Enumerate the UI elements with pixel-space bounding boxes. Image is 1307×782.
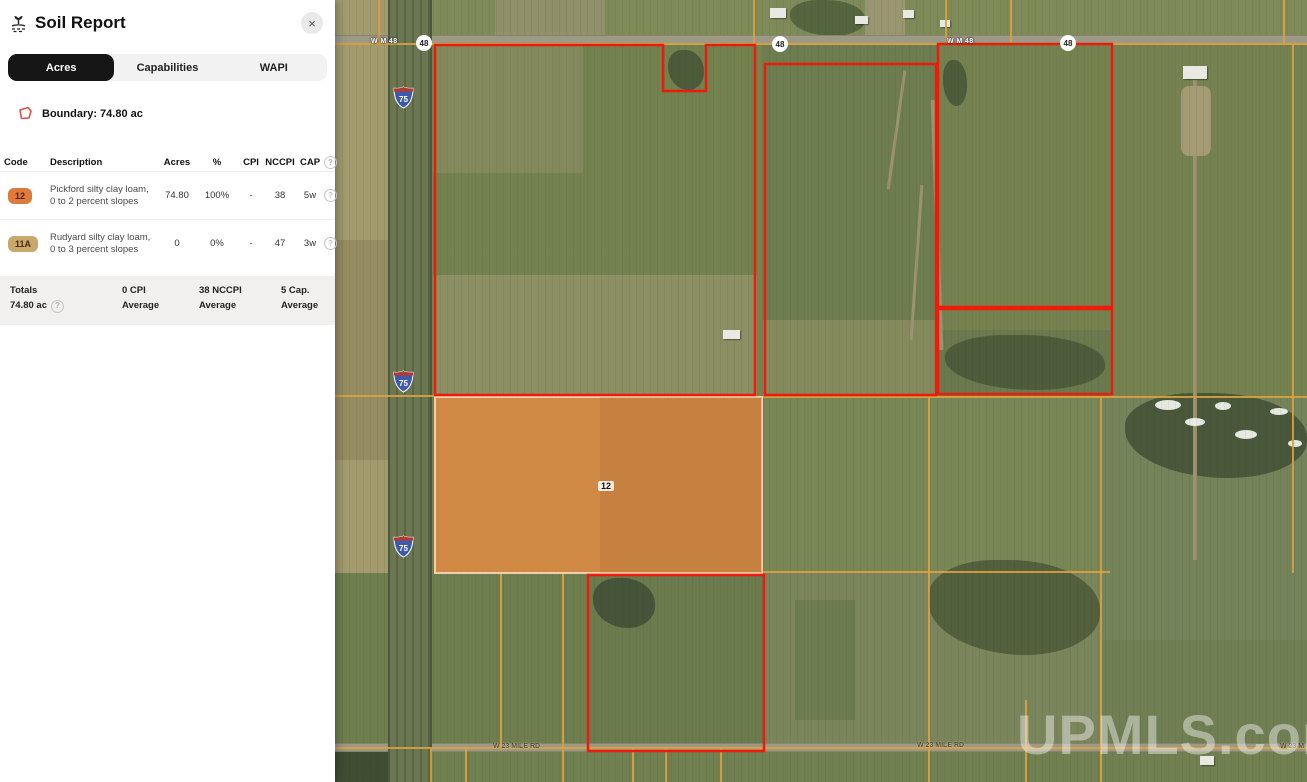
interstate-75-number: 75 bbox=[393, 95, 414, 104]
col-code: Code bbox=[4, 157, 50, 168]
help-icon[interactable]: ? bbox=[324, 156, 337, 169]
col-acres: Acres bbox=[158, 157, 196, 168]
col-description: Description bbox=[50, 157, 158, 168]
cell-nccpi: 47 bbox=[264, 238, 296, 249]
interstate-75-number: 75 bbox=[393, 379, 414, 388]
boundary-polygon-icon bbox=[18, 106, 33, 121]
interstate-75-shield: 75 bbox=[393, 535, 414, 558]
totals-bar: Totals 74.80 ac? 0 CPI Average 38 NCCPI … bbox=[0, 276, 335, 325]
cell-cpi: - bbox=[238, 238, 264, 249]
col-percent: % bbox=[196, 157, 238, 168]
interstate-75-shield: 75 bbox=[393, 370, 414, 393]
road-label-w23-left: W 23 MILE RD bbox=[493, 743, 540, 750]
cell-cap: 3w bbox=[296, 238, 324, 249]
boundary-parcel-n-mid[interactable] bbox=[765, 64, 936, 395]
boundary-parcel-e-strip[interactable] bbox=[938, 309, 1112, 394]
page-title: Soil Report bbox=[35, 13, 301, 33]
cell-acres: 0 bbox=[158, 238, 196, 249]
boundary-label: Boundary: 74.80 ac bbox=[42, 108, 143, 120]
table-header: Code Description Acres % CPI NCCPI CAP ? bbox=[0, 153, 335, 171]
cell-cap: 5w bbox=[296, 190, 324, 201]
cell-cpi: - bbox=[238, 190, 264, 201]
route-48-shield: 48 bbox=[772, 36, 788, 52]
interstate-75-number: 75 bbox=[393, 544, 414, 553]
cell-percent: 100% bbox=[196, 190, 238, 201]
cell-acres: 74.80 bbox=[158, 190, 196, 201]
col-cap: CAP bbox=[296, 157, 324, 168]
soil-report-screen: 12 W M 48 W M 48 W 23 MILE RD W 23 MILE … bbox=[0, 0, 1307, 782]
tab-bar: Acres Capabilities WAPI bbox=[8, 54, 327, 81]
road-label-wm48-left: W M 48 bbox=[371, 38, 398, 45]
soil-code-badge: 12 bbox=[8, 188, 32, 204]
soil-area-12-shade bbox=[600, 397, 762, 573]
help-icon[interactable]: ? bbox=[324, 189, 337, 202]
col-cpi: CPI bbox=[238, 157, 264, 168]
soil-description: Rudyard silty clay loam, 0 to 3 percent … bbox=[50, 232, 158, 256]
table-row: 11A Rudyard silty clay loam, 0 to 3 perc… bbox=[0, 219, 335, 267]
cell-nccpi: 38 bbox=[264, 190, 296, 201]
upmls-watermark: UPMLS.com bbox=[1017, 702, 1307, 767]
totals-cap: 5 Cap. Average bbox=[281, 284, 345, 313]
tab-wapi[interactable]: WAPI bbox=[221, 54, 327, 81]
boundary-summary: Boundary: 74.80 ac bbox=[18, 106, 335, 121]
help-icon[interactable]: ? bbox=[324, 237, 337, 250]
totals-nccpi: 38 NCCPI Average bbox=[199, 284, 281, 313]
help-icon[interactable]: ? bbox=[51, 300, 64, 313]
totals-cpi: 0 CPI Average bbox=[122, 284, 199, 313]
tab-acres[interactable]: Acres bbox=[8, 54, 114, 81]
totals-acres: Totals 74.80 ac? bbox=[10, 284, 122, 313]
boundary-parcel-ne[interactable] bbox=[938, 44, 1112, 307]
soil-description: Pickford silty clay loam, 0 to 2 percent… bbox=[50, 184, 158, 208]
boundary-parcel-s[interactable] bbox=[588, 575, 764, 751]
interstate-75-shield: 75 bbox=[393, 86, 414, 109]
road-label-wm48-right: W M 48 bbox=[947, 38, 974, 45]
cell-percent: 0% bbox=[196, 238, 238, 249]
route-48-shield: 48 bbox=[1060, 35, 1076, 51]
soil-plant-icon bbox=[10, 14, 27, 33]
satellite-map[interactable]: 12 W M 48 W M 48 W 23 MILE RD W 23 MILE … bbox=[335, 0, 1307, 782]
soil-report-panel: Soil Report × Acres Capabilities WAPI Bo… bbox=[0, 0, 335, 782]
col-nccpi: NCCPI bbox=[264, 157, 296, 168]
boundary-parcel-nw[interactable] bbox=[435, 45, 755, 395]
road-label-w23-mid: W 23 MILE RD bbox=[917, 742, 964, 749]
soil-code-badge: 11A bbox=[8, 236, 38, 252]
route-48-shield: 48 bbox=[416, 35, 432, 51]
tab-capabilities[interactable]: Capabilities bbox=[114, 54, 220, 81]
table-row: 12 Pickford silty clay loam, 0 to 2 perc… bbox=[0, 171, 335, 219]
close-icon[interactable]: × bbox=[301, 12, 323, 34]
panel-header: Soil Report × bbox=[0, 0, 335, 38]
soil-code-map-label: 12 bbox=[598, 481, 614, 491]
